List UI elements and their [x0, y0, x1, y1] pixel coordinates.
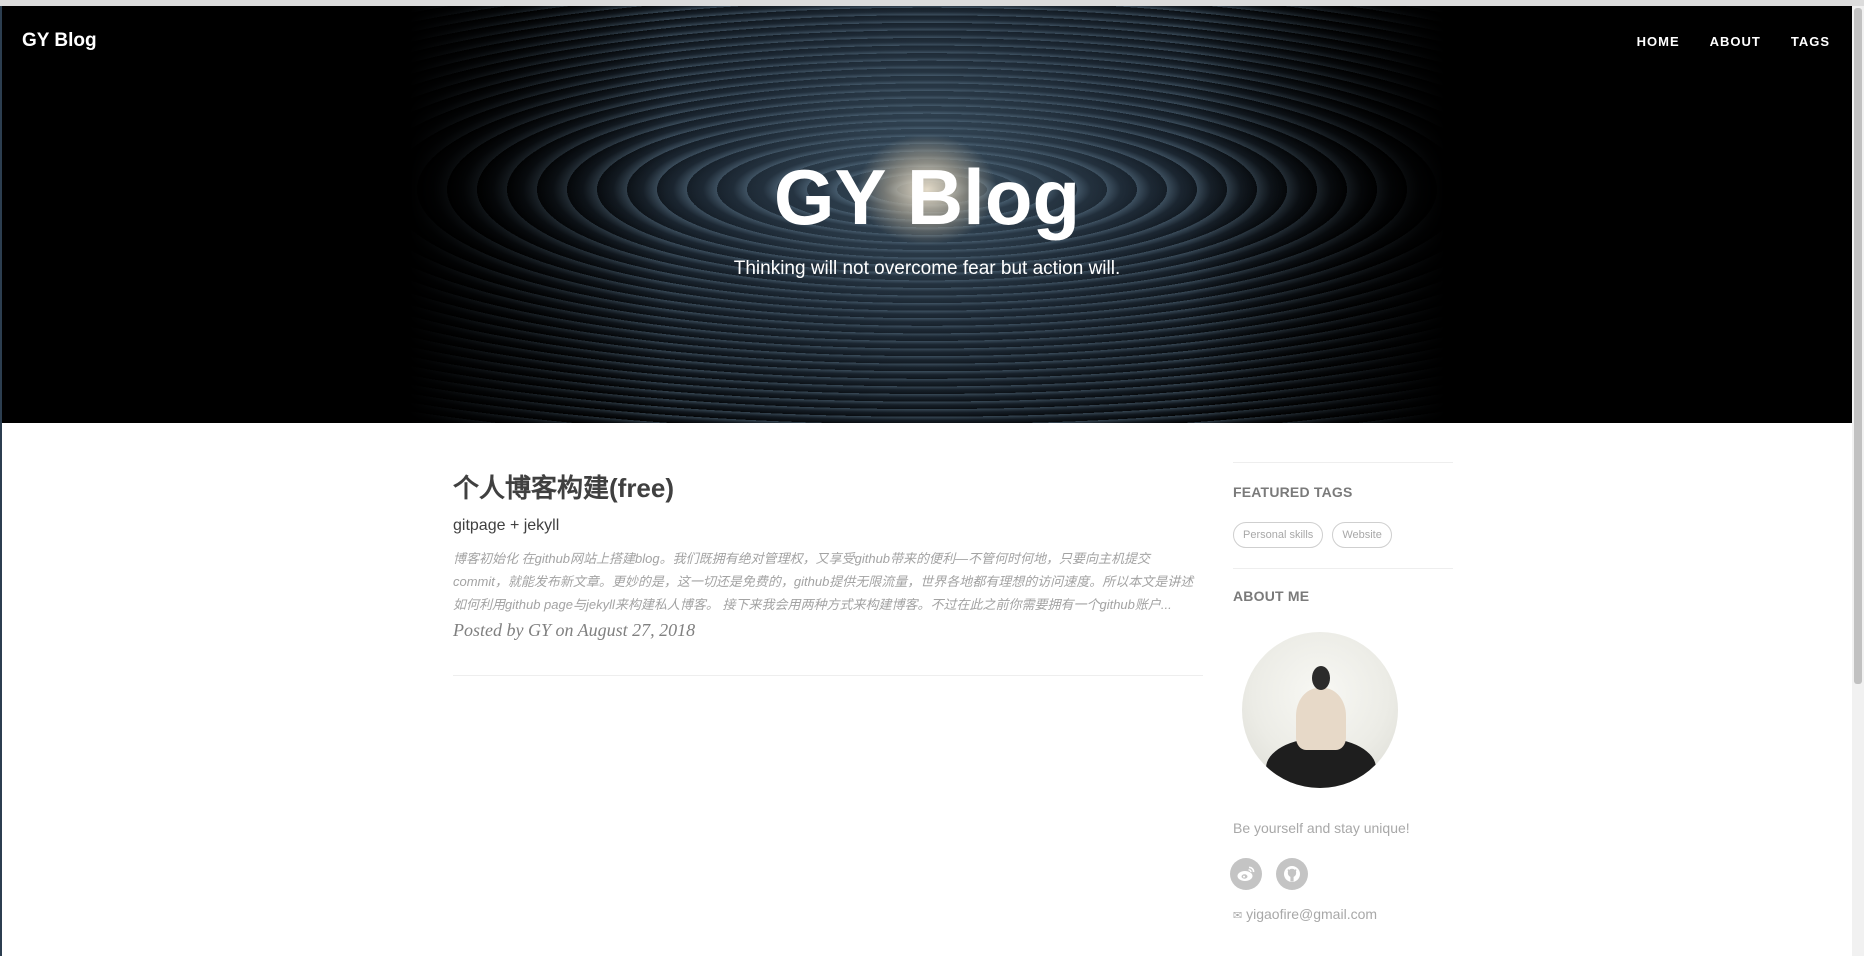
post-meta: Posted by GY on August 27, 2018	[453, 620, 696, 640]
post-title[interactable]: 个人博客构建(free)	[453, 468, 1203, 505]
tag-personal-skills[interactable]: Personal skills	[1233, 522, 1324, 548]
post-preview[interactable]: 个人博客构建(free) gitpage + jekyll 博客初始化 在git…	[453, 468, 1203, 641]
vertical-scrollbar[interactable]	[1852, 6, 1864, 956]
nav-home-link[interactable]: HOME	[1637, 34, 1680, 49]
weibo-icon[interactable]	[1230, 858, 1262, 890]
sidebar-divider	[1233, 462, 1453, 463]
post-list: 个人博客构建(free) gitpage + jekyll 博客初始化 在git…	[453, 468, 1203, 676]
scrollbar-thumb[interactable]	[1854, 8, 1862, 684]
post-divider	[453, 675, 1203, 676]
featured-tags: Personal skills Website	[1233, 522, 1453, 548]
sidebar-divider	[1233, 568, 1453, 569]
site-title: GY Blog	[773, 153, 1081, 241]
site-subtitle: Thinking will not overcome fear but acti…	[733, 258, 1121, 279]
avatar-figure-head	[1312, 666, 1330, 690]
featured-tags-heading: FEATURED TAGS	[1233, 484, 1353, 500]
tag-website[interactable]: Website	[1332, 522, 1392, 548]
social-links	[1230, 858, 1453, 890]
github-icon[interactable]	[1276, 858, 1308, 890]
nav-about-link[interactable]: ABOUT	[1710, 34, 1761, 49]
about-bio: Be yourself and stay unique!	[1233, 820, 1410, 836]
sidebar: FEATURED TAGS Personal skills Website AB…	[1230, 462, 1453, 922]
brand-link[interactable]: GY Blog	[22, 30, 97, 52]
email-contact[interactable]: ✉ yigaofire@gmail.com	[1233, 906, 1453, 922]
main-nav: HOME ABOUT TAGS	[1637, 34, 1830, 49]
avatar	[1242, 632, 1398, 788]
post-subtitle[interactable]: gitpage + jekyll	[453, 517, 1203, 535]
email-address[interactable]: yigaofire@gmail.com	[1246, 906, 1377, 922]
post-excerpt[interactable]: 博客初始化 在github网站上搭建blog。我们既拥有绝对管理权，又享受git…	[453, 547, 1203, 616]
about-me-heading: ABOUT ME	[1233, 588, 1310, 604]
nav-tags-link[interactable]: TAGS	[1791, 34, 1830, 49]
hero-header: GY Blog HOME ABOUT TAGS GY Blog Thinking…	[2, 6, 1852, 423]
mail-icon: ✉	[1233, 910, 1243, 922]
avatar-figure-back	[1296, 688, 1346, 750]
